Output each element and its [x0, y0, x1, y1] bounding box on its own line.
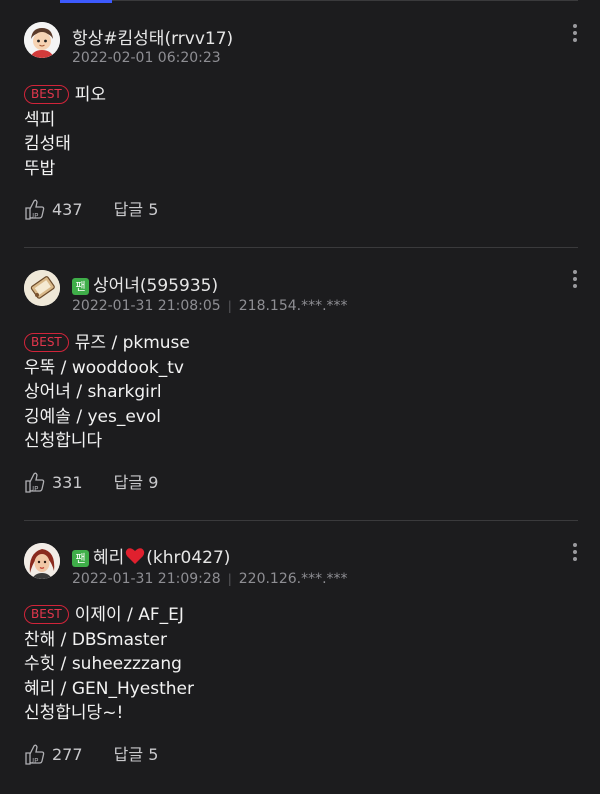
comment-divider [24, 247, 578, 248]
more-vertical-icon[interactable] [570, 270, 580, 292]
comment-line: 우뚝 / wooddook_tv [24, 357, 184, 378]
comment-line: 섹피 [24, 109, 56, 130]
comment-divider [24, 520, 578, 521]
comment-line: 뮤즈 / pkmuse [74, 333, 190, 353]
comment-body: BEST 뮤즈 / pkmuse 우뚝 / wooddook_tv 상어녀 / s… [24, 331, 190, 454]
reply-count: 5 [148, 745, 159, 764]
comment-date: 2022-02-01 06:20:23 [72, 50, 221, 66]
svg-text:UP: UP [29, 485, 38, 493]
comment-line: 수힛 / suheezzzang [24, 654, 182, 674]
heart-icon [126, 548, 145, 564]
comment-line: 혜리 / GEN_Hyesther [24, 678, 194, 699]
top-divider [112, 0, 578, 1]
best-badge: BEST [24, 85, 69, 104]
comment-date: 2022-01-31 21:09:28 [72, 571, 221, 587]
comment-line: 깅예솔 / yes_evol [24, 406, 161, 427]
comment-line: 뚜밥 [24, 158, 56, 179]
like-button[interactable]: UP 437 [24, 199, 88, 220]
meta-separator: | [227, 299, 232, 313]
best-badge: BEST [24, 333, 69, 352]
reply-button[interactable]: 답글 5 [114, 745, 159, 764]
like-button[interactable]: UP 277 [24, 744, 88, 765]
like-count: 331 [52, 473, 83, 492]
comment-body: BEST 이제이 / AF_EJ 찬해 / DBSmaster 수힛 / suhe… [24, 603, 194, 726]
comment-line: 피오 [74, 85, 107, 105]
thumbs-up-icon: UP [25, 744, 45, 765]
active-tab-indicator [60, 0, 112, 3]
best-badge: BEST [24, 605, 69, 624]
comment-actions: UP 277 답글 5 [24, 741, 158, 766]
comment-actions: UP 331 답글 9 [24, 469, 158, 494]
reply-button[interactable]: 답글 5 [114, 200, 159, 219]
comment-meta: 2022-02-01 06:20:23 [72, 50, 221, 66]
reply-count: 5 [148, 200, 159, 219]
comment-actions: UP 437 답글 5 [24, 196, 158, 221]
comment-meta: 2022-01-31 21:09:28 | 220.126.***.*** [72, 571, 348, 587]
reply-label: 답글 [113, 200, 144, 219]
nickname[interactable]: 팬 혜리 (khr0427) [72, 543, 230, 568]
comment-body: BEST 피오 섹피 킴성태 뚜밥 [24, 83, 106, 181]
comment-line: 이제이 / AF_EJ [74, 605, 184, 625]
avatar[interactable] [24, 543, 60, 579]
comment-line: 상어녀 / sharkgirl [24, 382, 162, 402]
svg-text:UP: UP [29, 212, 38, 220]
svg-text:UP: UP [29, 757, 38, 765]
fan-badge: 팬 [72, 278, 89, 295]
like-button[interactable]: UP 331 [24, 472, 88, 493]
meta-separator: | [227, 572, 232, 586]
comment-ip: 220.126.***.*** [238, 571, 348, 587]
like-count: 437 [52, 200, 83, 219]
nickname[interactable]: 팬 상어녀(595935) [72, 271, 218, 296]
nickname-id: (khr0427) [146, 548, 231, 568]
comment-date: 2022-01-31 21:08:05 [72, 298, 221, 314]
reply-label: 답글 [113, 473, 144, 492]
thumbs-up-icon: UP [25, 199, 45, 220]
reply-count: 9 [148, 473, 159, 492]
comment-line: 찬해 / DBSmaster [24, 629, 168, 650]
reply-label: 답글 [113, 745, 144, 764]
more-vertical-icon[interactable] [570, 543, 580, 565]
nickname-text: 항상#킴성태(rrvv17) [72, 29, 234, 49]
avatar[interactable] [24, 270, 60, 306]
comment-line: 신청합니당~! [24, 703, 124, 723]
more-vertical-icon[interactable] [570, 24, 580, 46]
thumbs-up-icon: UP [25, 472, 45, 493]
comment-line: 킴성태 [24, 134, 71, 154]
reply-button[interactable]: 답글 9 [114, 473, 159, 492]
comment-ip: 218.154.***.*** [238, 298, 348, 314]
comment-line: 신청합니다 [24, 431, 103, 451]
nickname-text: 상어녀(595935) [93, 276, 219, 296]
nickname-text: 혜리 [93, 548, 125, 568]
nickname[interactable]: 항상#킴성태(rrvv17) [72, 24, 233, 49]
like-count: 277 [52, 745, 83, 764]
fan-badge: 팬 [72, 550, 89, 567]
avatar[interactable] [24, 22, 60, 58]
comment-meta: 2022-01-31 21:08:05 | 218.154.***.*** [72, 298, 348, 314]
